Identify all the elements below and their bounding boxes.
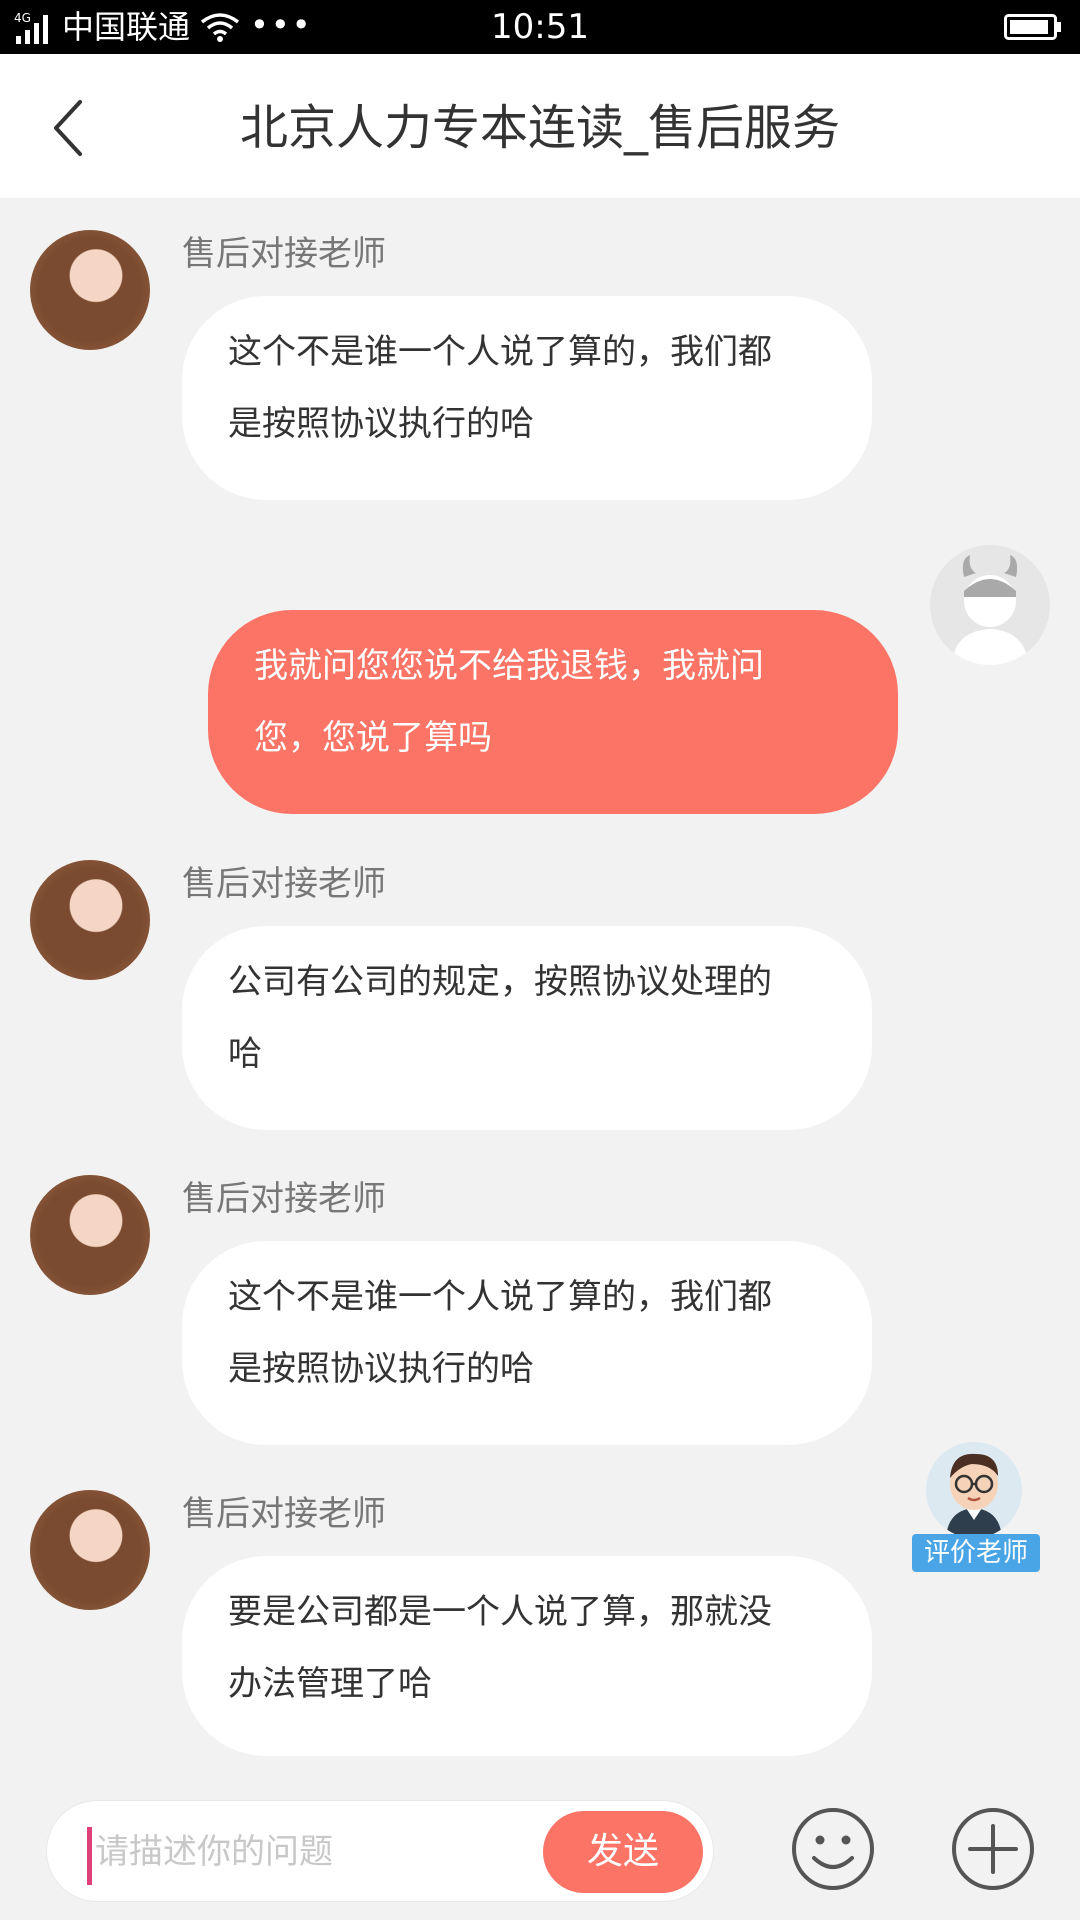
sender-name: 售后对接老师 <box>182 234 386 274</box>
message-line: 办法管理了哈 <box>228 1664 432 1704</box>
default-user-icon <box>952 555 1028 665</box>
message-line: 要是公司都是一个人说了算，那就没 <box>228 1592 772 1632</box>
sender-name: 售后对接老师 <box>182 1179 386 1219</box>
message-line: 哈 <box>228 1034 262 1074</box>
nav-header: 北京人力专本连读_售后服务 <box>0 54 1080 198</box>
teacher-avatar[interactable] <box>30 860 150 980</box>
message-line: 是按照协议执行的哈 <box>228 404 534 444</box>
message-bubble[interactable]: 这个不是谁一个人说了算的，我们都 是按照协议执行的哈 <box>182 1241 872 1445</box>
message-line: 这个不是谁一个人说了算的，我们都 <box>228 332 772 372</box>
emoji-icon[interactable] <box>790 1806 876 1892</box>
message-line: 您，您说了算吗 <box>254 718 492 758</box>
page-title: 北京人力专本连读_售后服务 <box>239 100 840 156</box>
user-avatar[interactable] <box>930 545 1050 665</box>
message-bubble[interactable]: 这个不是谁一个人说了算的，我们都 是按照协议执行的哈 <box>182 296 872 500</box>
message-line: 这个不是谁一个人说了算的，我们都 <box>228 1277 772 1317</box>
message-bubble[interactable]: 要是公司都是一个人说了算，那就没 办法管理了哈 <box>182 1556 872 1756</box>
plus-icon[interactable] <box>950 1806 1036 1892</box>
sender-name: 售后对接老师 <box>182 1494 386 1534</box>
teacher-avatar[interactable] <box>30 230 150 350</box>
message-bubble-me[interactable]: 我就问您您说不给我退钱，我就问 您，您说了算吗 <box>208 610 898 814</box>
message-line: 是按照协议执行的哈 <box>228 1349 534 1389</box>
input-bar: 发送 <box>0 1778 1080 1920</box>
teacher-avatar[interactable] <box>30 1490 150 1610</box>
message-bubble[interactable]: 公司有公司的规定，按照协议处理的 哈 <box>182 926 872 1130</box>
input-container: 发送 <box>46 1800 714 1902</box>
status-time: 10:51 <box>491 7 589 47</box>
rate-teacher-label: 评价老师 <box>912 1534 1040 1572</box>
send-button[interactable]: 发送 <box>543 1811 703 1893</box>
sender-name: 售后对接老师 <box>182 864 386 904</box>
text-cursor <box>87 1827 92 1885</box>
teacher-avatar[interactable] <box>30 1175 150 1295</box>
question-input[interactable] <box>93 1821 567 1883</box>
message-line: 我就问您您说不给我退钱，我就问 <box>254 646 764 686</box>
rate-teacher-button[interactable]: 评价老师 <box>912 1440 1040 1574</box>
battery-icon <box>1004 14 1061 40</box>
teacher-cartoon-icon <box>926 1442 1022 1538</box>
message-line: 公司有公司的规定，按照协议处理的 <box>228 962 772 1002</box>
status-bar: 4G 中国联通 ••• 10:51 <box>0 0 1080 54</box>
